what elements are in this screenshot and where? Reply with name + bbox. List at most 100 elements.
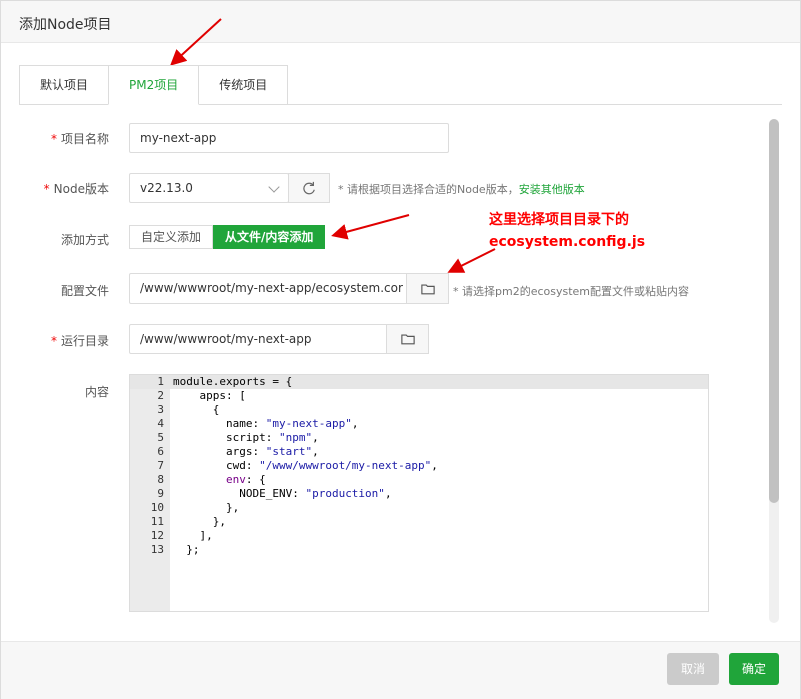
add-mode-label: 添加方式 xyxy=(60,233,109,247)
code-token: , xyxy=(431,459,438,472)
install-other-version-link[interactable]: 安装其他版本 xyxy=(519,183,585,196)
project-name-label: * 项目名称 xyxy=(50,132,109,146)
code-text: apps: [ xyxy=(164,389,246,403)
code-token: "npm" xyxy=(278,431,313,444)
line-number: 3 xyxy=(157,403,164,416)
code-token: }; xyxy=(173,543,200,556)
code-text: }, xyxy=(164,515,226,529)
code-token: name: xyxy=(173,417,266,430)
add-mode-custom-button[interactable]: 自定义添加 xyxy=(129,225,214,249)
config-file-input[interactable]: /www/wwwroot/my-next-app/ecosystem.cor xyxy=(129,273,409,304)
refresh-node-version-button[interactable] xyxy=(288,173,330,203)
dialog-footer: 取消 确定 xyxy=(1,641,800,699)
add-mode-segmented: 自定义添加 从文件/内容添加 xyxy=(129,225,326,249)
code-text: { xyxy=(164,403,220,417)
annotation-text: 这里选择项目目录下的 ecosystem.config.js xyxy=(489,209,645,253)
node-version-hint: * 请根据项目选择合适的Node版本，安装其他版本 xyxy=(338,183,585,196)
project-name-input[interactable]: my-next-app xyxy=(129,123,449,153)
code-token: NODE_ENV: xyxy=(173,487,306,500)
code-token: script: xyxy=(173,431,279,444)
code-text: module.exports = { xyxy=(164,375,292,389)
line-number: 2 xyxy=(157,389,164,402)
tab-default-project[interactable]: 默认项目 xyxy=(19,65,110,105)
editor-line: 4 name: "my-next-app", xyxy=(130,417,708,431)
code-token: module.exports = { xyxy=(173,375,293,388)
editor-line: 3 { xyxy=(130,403,708,417)
line-number: 12 xyxy=(150,529,164,542)
editor-line: 1 module.exports = { xyxy=(130,375,708,389)
line-number: 13 xyxy=(150,543,164,556)
line-number: 5 xyxy=(157,431,164,444)
line-number: 10 xyxy=(150,501,164,514)
editor-line: 6 args: "start", xyxy=(130,445,708,459)
code-token: , xyxy=(384,487,392,500)
code-text: ], xyxy=(164,529,213,543)
project-type-tabs: 默认项目 PM2项目 传统项目 xyxy=(19,65,289,105)
editor-line: 10 }, xyxy=(130,501,708,515)
editor-line: 12 ], xyxy=(130,529,708,543)
code-token: , xyxy=(351,417,359,430)
line-number: 11 xyxy=(150,515,164,528)
code-token: "start" xyxy=(265,445,313,458)
content-label: 内容 xyxy=(84,385,109,399)
code-token: "my-next-app" xyxy=(265,417,352,430)
tab-traditional-project[interactable]: 传统项目 xyxy=(198,65,289,105)
line-number: 7 xyxy=(157,459,164,472)
folder-icon xyxy=(420,283,435,294)
line-number: 4 xyxy=(157,417,164,430)
code-token: ], xyxy=(173,529,213,542)
config-file-hint: * 请选择pm2的ecosystem配置文件或粘贴内容 xyxy=(453,285,690,298)
code-text: script: "npm", xyxy=(164,431,319,445)
code-token: "/www/wwwroot/my-next-app" xyxy=(259,459,432,472)
code-token: { xyxy=(173,403,220,416)
code-token: env xyxy=(173,473,246,486)
tab-pm2-project[interactable]: PM2项目 xyxy=(108,65,200,105)
code-token: args: xyxy=(173,445,266,458)
config-file-label: 配置文件 xyxy=(60,284,109,298)
editor-line: 5 script: "npm", xyxy=(130,431,708,445)
code-token: , xyxy=(312,431,319,444)
code-token: "production" xyxy=(305,487,385,500)
code-token: , xyxy=(312,445,319,458)
run-dir-input[interactable]: /www/wwwroot/my-next-app xyxy=(129,324,389,354)
editor-lines: 1 module.exports = {2 apps: [3 {4 name: "… xyxy=(130,375,708,557)
required-mark: * xyxy=(43,182,50,196)
required-mark: * xyxy=(50,132,57,146)
annotation-line-1: 这里选择项目目录下的 xyxy=(489,212,629,228)
code-editor[interactable]: 1 module.exports = {2 apps: [3 {4 name: "… xyxy=(129,374,709,612)
required-mark: * xyxy=(50,334,57,348)
line-number: 9 xyxy=(157,487,164,500)
tab-divider xyxy=(288,104,782,105)
editor-line: 2 apps: [ xyxy=(130,389,708,403)
annotation-line-2: ecosystem.config.js xyxy=(489,234,646,250)
refresh-icon xyxy=(303,181,315,195)
node-version-select[interactable]: v22.13.0 xyxy=(129,173,289,203)
folder-icon xyxy=(400,334,415,345)
line-number: 8 xyxy=(157,473,164,486)
arrow-to-from-file-button xyxy=(331,214,410,240)
editor-line: 7 cwd: "/www/wwwroot/my-next-app", xyxy=(130,459,708,473)
code-text: }, xyxy=(164,501,239,515)
editor-line: 11 }, xyxy=(130,515,708,529)
confirm-button[interactable]: 确定 xyxy=(729,653,779,685)
code-text: args: "start", xyxy=(164,445,319,459)
cancel-button[interactable]: 取消 xyxy=(667,653,719,685)
scrollbar-thumb[interactable] xyxy=(769,119,779,503)
code-token: cwd: xyxy=(173,459,260,472)
line-number: 6 xyxy=(157,445,164,458)
dialog-scrollbar[interactable] xyxy=(769,119,779,623)
editor-line: 13 }; xyxy=(130,543,708,557)
code-token: apps: [ xyxy=(173,389,246,402)
chevron-down-icon xyxy=(268,181,280,193)
add-mode-from-file-button[interactable]: 从文件/内容添加 xyxy=(213,225,326,249)
editor-line: 9 NODE_ENV: "production", xyxy=(130,487,708,501)
line-number: 1 xyxy=(157,375,164,388)
code-text: }; xyxy=(164,543,200,557)
run-dir-browse-button[interactable] xyxy=(386,324,429,354)
code-token: }, xyxy=(173,515,226,528)
code-text: NODE_ENV: "production", xyxy=(164,487,392,501)
code-token: }, xyxy=(173,501,240,514)
code-text: env: { xyxy=(164,473,266,487)
dialog-title: 添加Node项目 xyxy=(19,17,112,33)
config-file-browse-button[interactable] xyxy=(406,273,449,304)
